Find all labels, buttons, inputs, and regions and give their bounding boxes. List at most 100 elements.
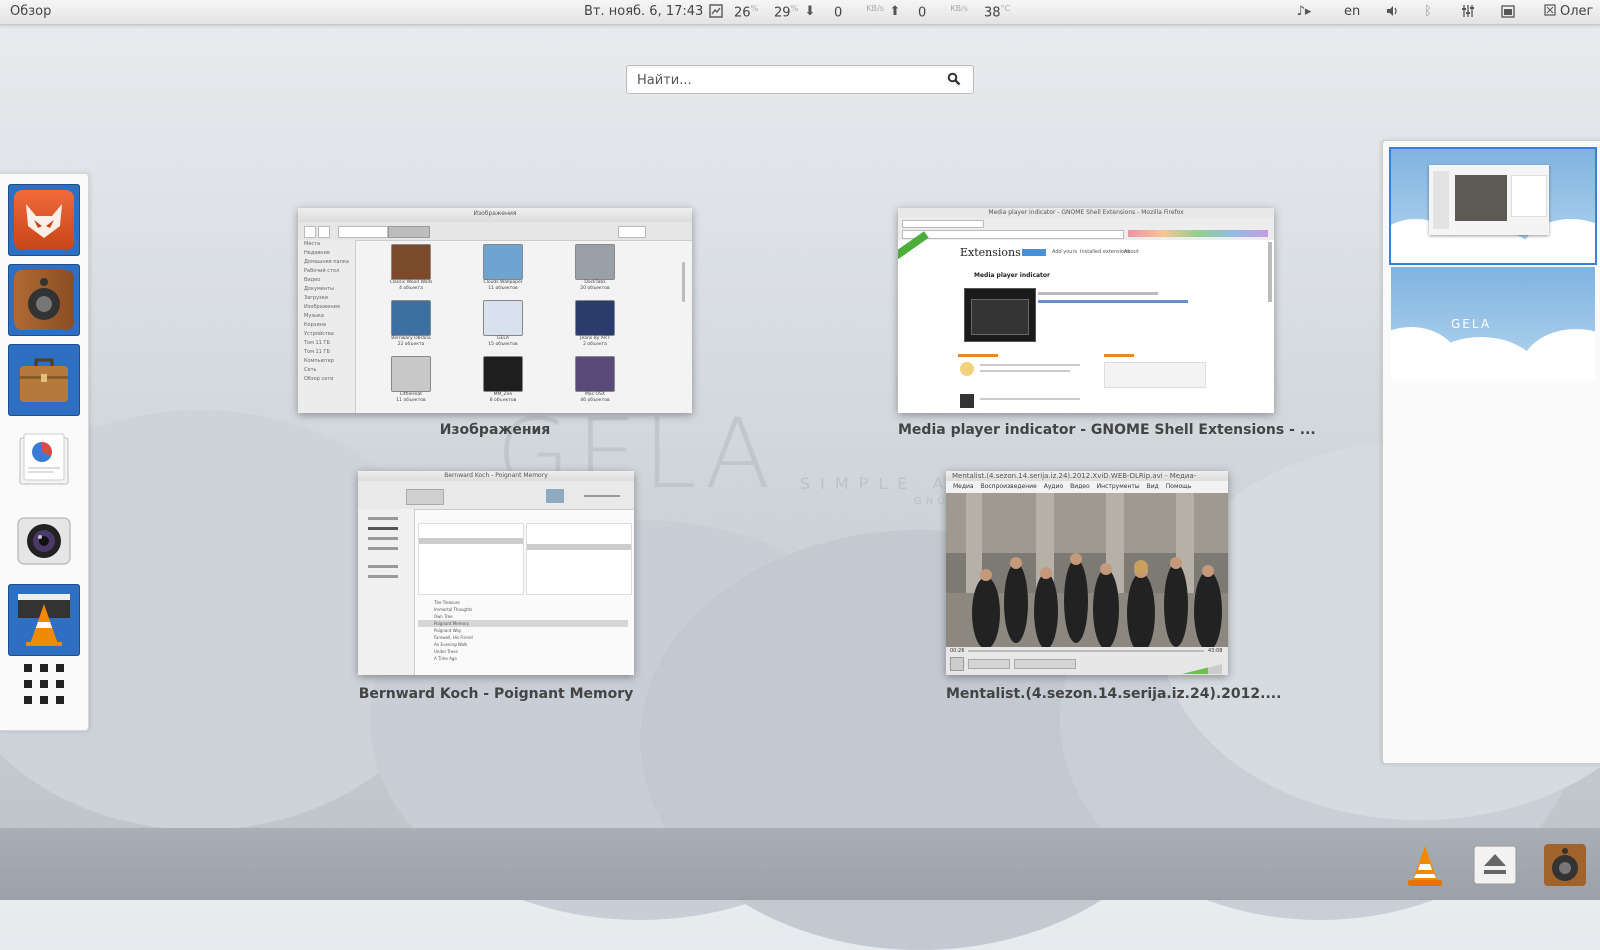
vlc-menu-item: Аудио [1043, 483, 1064, 490]
workspace-2[interactable]: GELA [1391, 267, 1595, 381]
sidebar-item: Компьютер [304, 358, 334, 364]
dash-item-camera[interactable] [8, 504, 80, 576]
sidebar-item: Изображения [304, 304, 340, 310]
text-line [980, 370, 1070, 372]
vlc-menu-item: Инструменты [1096, 483, 1140, 490]
view-switch [618, 226, 646, 238]
forward-icon [318, 226, 330, 238]
folder-icon [391, 244, 431, 280]
files-grid: Classic Wood Walls 4 объекта Clouds Wallpa… [362, 244, 662, 410]
sidebar-item: Рабочий стол [304, 268, 340, 274]
keyboard-layout[interactable]: en [1344, 4, 1360, 19]
vlc-menu-item: Медиа [953, 483, 974, 490]
folder-item: LittleHeat 11 объектов [376, 356, 446, 410]
memory-usage: 29% [774, 4, 799, 21]
clock[interactable]: Вт. нояб. 6, 17:43 [584, 4, 703, 19]
scrollbar [1268, 242, 1272, 302]
dash-item-vlc[interactable] [8, 584, 80, 656]
extension-screenshot [964, 288, 1036, 342]
folder-icon [575, 300, 615, 336]
nav-extensions [1022, 249, 1046, 256]
presentation-app-icon [14, 430, 74, 490]
search-box[interactable] [626, 65, 974, 94]
cpu-usage: 26% [734, 4, 759, 21]
section-heading [1104, 354, 1134, 357]
dash-item-speaker[interactable] [8, 264, 80, 336]
vlc-app-icon [14, 590, 74, 650]
track-row: The Treasure [434, 600, 460, 605]
folder-item: MM_Zen 8 объектов [468, 356, 538, 410]
show-applications-button[interactable] [8, 658, 80, 730]
search-icon[interactable] [947, 71, 961, 90]
window-caption: Media player indicator - GNOME Shell Ext… [898, 422, 1316, 438]
track-list: The Treasure Immortal Thoughts Own Tree Poi… [418, 599, 628, 669]
avatar [960, 362, 974, 376]
nav-about: About [1124, 249, 1139, 255]
folder-icon [391, 356, 431, 392]
folder-icon [483, 356, 523, 392]
bookmark-icons [1128, 230, 1268, 237]
transport-buttons [968, 659, 1010, 669]
user-menu-icon[interactable] [1542, 4, 1558, 20]
track-row: Under Trees [434, 649, 458, 654]
folder-icon [391, 300, 431, 336]
text-line [1038, 292, 1158, 295]
volume-icon[interactable] [1384, 4, 1400, 20]
albums-list [526, 523, 632, 595]
music-note-icon[interactable]: ♪▸ [1292, 4, 1316, 20]
sidebar-item: Документы [304, 286, 334, 292]
mode-buttons [1014, 659, 1076, 669]
window-thumbnail-files[interactable]: Изображения Места Недавние Домашняя папка Р… [298, 208, 692, 413]
folder-count: 20 объектов [580, 286, 610, 291]
user-name[interactable]: Олег [1560, 4, 1593, 19]
workspace-1[interactable] [1389, 147, 1597, 265]
battery-icon[interactable] [1500, 4, 1516, 20]
scrollbar [682, 262, 685, 302]
sidebar-item: Домашняя папка [304, 259, 349, 265]
window-thumbnail-music[interactable]: Bernward Koch - Poignant Memory The Trea… [358, 471, 634, 675]
sidebar-item: Музыка [304, 313, 324, 319]
tray-eject-icon[interactable] [1472, 842, 1518, 888]
tray-speaker-icon[interactable] [1542, 842, 1588, 888]
nav-installed: Installed extensions [1080, 249, 1130, 255]
top-bar: Обзор Вт. нояб. 6, 17:43 26% 29% ⬇ 0 KB/… [0, 0, 1600, 25]
sidebar-item: Устройства [304, 331, 334, 337]
network-settings-icon[interactable] [1460, 4, 1476, 20]
window-caption: Изображения [439, 422, 551, 438]
wallpaper-subtitle: SIMPLE A [800, 474, 954, 493]
window-thumbnail-firefox[interactable]: Media player indicator - GNOME Shell Ext… [898, 208, 1274, 413]
sidebar-item: Том 11 ГБ [304, 349, 330, 355]
tray-vlc-icon[interactable] [1402, 842, 1448, 888]
vlc-menu-item: Видео [1070, 483, 1090, 490]
dash [0, 173, 89, 731]
search-input[interactable] [635, 69, 939, 91]
dash-item-presentation[interactable] [8, 424, 80, 496]
browser-tab [902, 220, 984, 228]
extensions-header: Extensions Add yours Installed extension… [898, 231, 1274, 264]
seek-bar [968, 650, 1204, 652]
volume-slider [584, 495, 620, 497]
system-monitor-icon[interactable] [708, 4, 724, 20]
window-thumbnail-vlc[interactable]: Mentalist.(4.sezon.14.serija.iz.24).2012… [946, 471, 1228, 675]
sidebar-item: Том 11 ГБ [304, 340, 330, 346]
sidebar-item: Сеть [304, 367, 317, 373]
track-row: Poignant Memory [418, 620, 628, 627]
folder-item: Classic Wood Walls 4 объекта [376, 244, 446, 298]
track-row: An Evening Walk [434, 642, 468, 647]
bluetooth-icon[interactable]: ᛒ [1420, 4, 1436, 20]
dash-item-foxy[interactable] [8, 184, 80, 256]
total-time: 43:08 [1208, 648, 1223, 654]
briefcase-app-icon [14, 350, 74, 410]
folder-item: Mac OSX 46 объектов [560, 356, 630, 410]
app-grid-icon [24, 664, 64, 704]
url-bar [902, 230, 1124, 239]
track-row: Own Tree [434, 614, 453, 619]
folder-count: 8 объектов [489, 398, 517, 403]
network-upload: 0 KB/s [918, 4, 969, 21]
activities-button[interactable]: Обзор [10, 4, 51, 19]
text-line [980, 398, 1080, 400]
track-row: Immortal Thoughts [434, 607, 473, 612]
player-sidebar [358, 509, 415, 675]
vlc-controls: 00:26 43:08 [946, 647, 1228, 675]
dash-item-briefcase[interactable] [8, 344, 80, 416]
